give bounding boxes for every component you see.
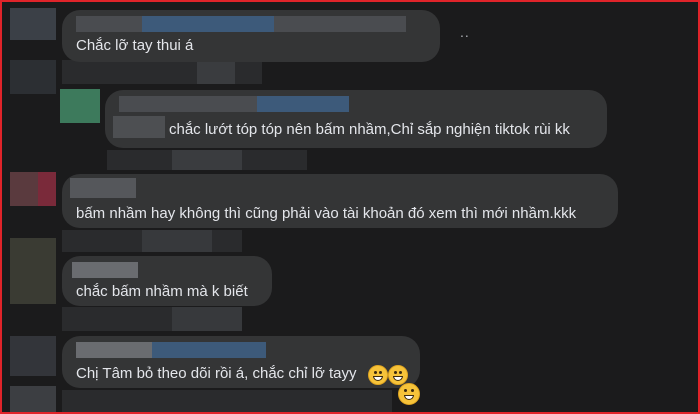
comment-text: chắc lướt tóp tóp nên bấm nhầm,Chỉ sắp n… <box>169 121 570 138</box>
reaction-emoji-icon[interactable] <box>398 383 420 405</box>
avatar[interactable] <box>10 336 56 376</box>
comment-bubble[interactable]: bấm nhầm hay không thì cũng phải vào tài… <box>62 174 618 228</box>
commenter-name-blurred[interactable] <box>70 178 136 198</box>
commenter-name-blurred[interactable] <box>76 342 266 358</box>
comment-bubble[interactable]: chắc lướt tóp tóp nên bấm nhầm,Chỉ sắp n… <box>105 90 607 148</box>
blurred-actions <box>172 307 242 331</box>
blurred-actions <box>197 60 235 84</box>
blurred-actions <box>142 230 212 252</box>
comment-bubble[interactable]: chắc bấm nhầm mà k biết <box>62 256 272 306</box>
commenter-name-blurred[interactable] <box>76 16 406 32</box>
avatar[interactable] <box>10 60 56 94</box>
avatar-accent <box>38 172 56 206</box>
avatar[interactable] <box>60 89 100 123</box>
avatar[interactable] <box>10 238 56 304</box>
comment-section-screenshot: Chắc lỡ tay thui á .. chắc lướt tóp tóp … <box>0 0 700 414</box>
commenter-name-blurred[interactable] <box>119 96 349 112</box>
blurred-actions <box>62 390 392 412</box>
grinning-face-emoji-icon <box>368 365 388 385</box>
blurred-actions <box>172 150 242 170</box>
avatar[interactable] <box>10 386 56 412</box>
commenter-avatar-blurred <box>113 116 165 138</box>
comment-bubble[interactable]: Chắc lỡ tay thui á <box>62 10 440 62</box>
comment-text: bấm nhầm hay không thì cũng phải vào tài… <box>76 205 577 222</box>
avatar[interactable] <box>10 8 56 40</box>
comment-bubble[interactable]: Chị Tâm bỏ theo dõi rồi á, chắc chỉ lỡ t… <box>62 336 420 388</box>
comment-text: Chắc lỡ tay thui á <box>76 37 194 54</box>
more-options-icon[interactable]: .. <box>460 24 470 40</box>
commenter-name-blurred[interactable] <box>72 262 138 278</box>
comment-text: chắc bấm nhầm mà k biết <box>76 283 248 300</box>
grinning-face-emoji-icon <box>388 365 408 385</box>
comment-text: Chị Tâm bỏ theo dõi rồi á, chắc chỉ lỡ t… <box>76 365 357 382</box>
